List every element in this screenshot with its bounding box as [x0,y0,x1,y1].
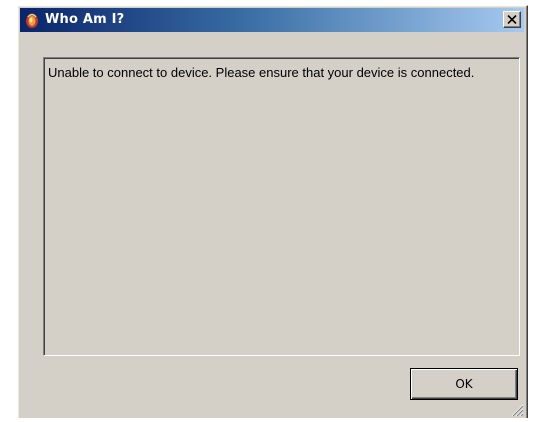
close-button[interactable] [503,11,521,28]
dialog-window: Who Am I? Unable to connect to device. P… [17,5,528,418]
resize-grip-icon[interactable] [510,403,524,417]
message-panel: Unable to connect to device. Please ensu… [43,57,520,356]
title-bar[interactable]: Who Am I? [20,8,524,32]
ok-button[interactable]: OK [410,368,518,400]
app-logo-icon [24,11,40,29]
message-text: Unable to connect to device. Please ensu… [48,65,475,80]
window-title: Who Am I? [45,12,125,27]
close-icon [507,15,517,24]
